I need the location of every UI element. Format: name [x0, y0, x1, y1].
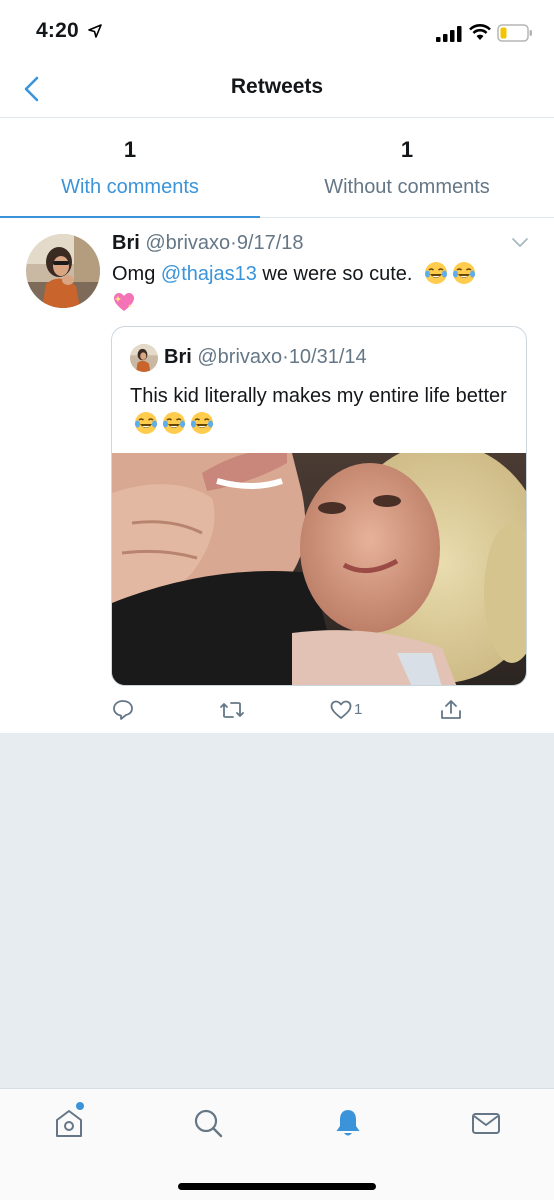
tab-without-comments[interactable]: 1 Without comments: [260, 118, 554, 218]
wifi-icon: [469, 24, 491, 40]
tab-count: 1: [400, 137, 414, 162]
tears-of-joy-emoji: [190, 411, 214, 435]
notification-dot: [76, 1102, 84, 1110]
heart-icon[interactable]: [330, 696, 352, 724]
tab-label: Without comments: [324, 176, 490, 198]
separator-dot: ·: [230, 232, 237, 254]
tweet[interactable]: Bri @brivaxo·9/17/18 Omg @thajas13 we we…: [0, 218, 554, 733]
tweet-text-part: we were so cute.: [256, 263, 413, 285]
tweet-header: Bri @brivaxo·9/17/18: [112, 232, 304, 255]
search-icon[interactable]: [193, 1107, 223, 1139]
quoted-date: 10/31/14: [288, 346, 367, 368]
tab-count: 1: [123, 137, 137, 162]
sparkling-heart-emoji: [112, 290, 136, 314]
battery-icon: [497, 24, 532, 42]
separator-dot: ·: [282, 346, 289, 368]
share-icon[interactable]: [439, 696, 463, 724]
notifications-bell-icon[interactable]: [333, 1107, 363, 1139]
tweet-actions: 1: [0, 696, 554, 726]
tweet-text: Omg @thajas13 we were so cute.: [112, 260, 522, 318]
quoted-text: This kid literally makes my entire life …: [130, 382, 515, 438]
bottom-tab-bar: [0, 1088, 554, 1200]
retweet-icon[interactable]: [219, 696, 245, 724]
navigation-bar: Retweets: [0, 64, 554, 118]
tweet-text-part: Omg: [112, 263, 161, 285]
mention-link[interactable]: @thajas13: [161, 263, 257, 285]
author-name[interactable]: Bri: [112, 232, 140, 254]
messages-envelope-icon[interactable]: [471, 1107, 501, 1139]
quoted-author-handle: @brivaxo: [197, 346, 283, 368]
tweet-date[interactable]: 9/17/18: [237, 232, 304, 254]
reply-icon[interactable]: [111, 696, 135, 724]
author-handle[interactable]: @brivaxo: [145, 232, 230, 254]
home-icon[interactable]: [54, 1107, 84, 1139]
quoted-avatar: [130, 344, 158, 372]
empty-list-area: [0, 733, 554, 1088]
quoted-tweet[interactable]: Bri @brivaxo·10/31/14 This kid literally…: [111, 326, 527, 686]
home-indicator: [178, 1183, 376, 1190]
signal-icon: [436, 26, 462, 42]
avatar[interactable]: [26, 234, 100, 308]
retweet-tabs: 1 With comments 1 Without comments: [0, 118, 554, 219]
tears-of-joy-emoji: [424, 261, 448, 285]
quoted-photo[interactable]: [112, 453, 526, 685]
status-time: 4:20: [36, 19, 79, 42]
chevron-down-icon[interactable]: [510, 236, 530, 250]
tab-with-comments[interactable]: 1 With comments: [0, 118, 260, 219]
tears-of-joy-emoji: [452, 261, 476, 285]
status-bar: 4:20: [0, 0, 554, 64]
like-count: 1: [354, 701, 363, 718]
tears-of-joy-emoji: [134, 411, 158, 435]
tab-label: With comments: [61, 176, 199, 198]
location-arrow-icon: [88, 24, 102, 38]
page-title: Retweets: [230, 75, 324, 98]
quoted-text-content: This kid literally makes my entire life …: [130, 385, 507, 407]
tears-of-joy-emoji: [162, 411, 186, 435]
quoted-header: Bri @brivaxo·10/31/14: [164, 346, 367, 369]
quoted-author-name: Bri: [164, 346, 192, 368]
